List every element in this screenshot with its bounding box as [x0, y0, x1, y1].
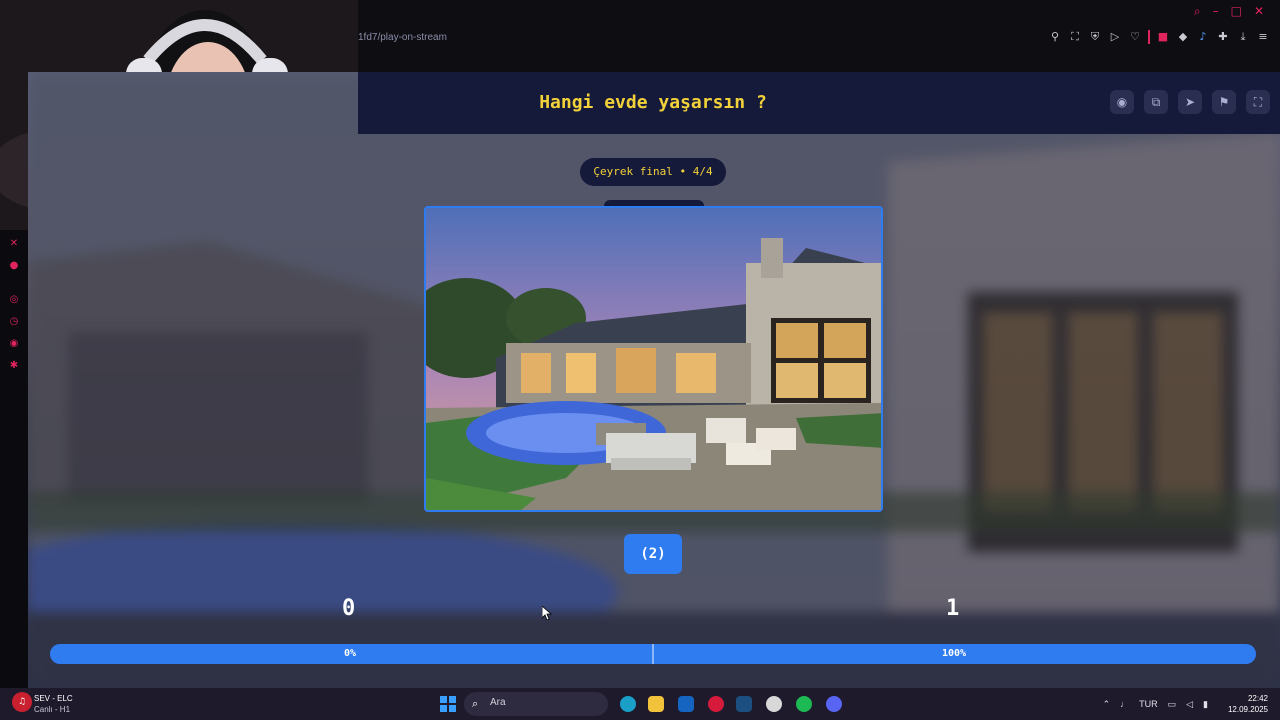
microphone-icon[interactable]: ♩: [1120, 696, 1129, 712]
bell-icon[interactable]: ◉: [8, 338, 20, 350]
music-app-icon[interactable]: ♫: [12, 692, 32, 712]
start-button[interactable]: [440, 696, 456, 712]
browser-extensions: ⚲ ⛶ ⛨ ▷ ♡ ■ ◆ ♪ ✚ ⤓ ≡: [1048, 30, 1270, 44]
edge-icon[interactable]: [620, 696, 636, 712]
eye-icon[interactable]: ◉: [1110, 90, 1134, 114]
toolbar-divider: [1148, 30, 1150, 44]
file-explorer-icon[interactable]: [648, 696, 664, 712]
audio-icon[interactable]: ♪: [1196, 30, 1210, 44]
clock-time: 22:42: [1247, 694, 1268, 703]
maximize-icon[interactable]: □: [1231, 4, 1242, 19]
play-icon[interactable]: ▷: [1108, 30, 1122, 44]
vote-progress-bar: 0% 100%: [50, 644, 1256, 664]
volume-icon[interactable]: ◁: [1186, 696, 1193, 712]
diamond-icon[interactable]: ◆: [1176, 30, 1190, 44]
score-left: 0: [342, 596, 356, 621]
chevron-up-icon[interactable]: ⌃: [1103, 696, 1111, 712]
puzzle-icon[interactable]: ✚: [1216, 30, 1230, 44]
flag-icon[interactable]: ⚑: [1212, 90, 1236, 114]
taskbar-search[interactable]: ⌕ Ara: [464, 692, 608, 716]
menu-icon[interactable]: ≡: [1256, 30, 1270, 44]
discord-icon[interactable]: [826, 696, 842, 712]
target-icon[interactable]: ◎: [8, 294, 20, 306]
close-icon[interactable]: ✕: [1254, 4, 1264, 19]
outlook-icon[interactable]: [678, 696, 694, 712]
progress-divider: [652, 644, 654, 664]
taskbar: ♫ SEV - ELC Canlı - H1 ⌕ Ara ⌃ ♩ TUR ▭ ◁…: [0, 688, 1280, 720]
battery-icon[interactable]: ▮: [1203, 696, 1208, 712]
network-icon[interactable]: ▭: [1168, 696, 1177, 712]
search-placeholder: Ara: [490, 697, 506, 708]
header-actions: ◉ ⧉ ➤ ⚑ ⛶: [1110, 90, 1270, 114]
steam-icon[interactable]: [736, 696, 752, 712]
percent-right: 100%: [942, 648, 967, 659]
search-icon[interactable]: ⌕: [1194, 4, 1201, 19]
share-icon[interactable]: ⧉: [1144, 90, 1168, 114]
window-controls: ⌕ – □ ✕: [1194, 4, 1264, 19]
language-indicator[interactable]: TUR: [1139, 696, 1158, 712]
round-badge: Çeyrek final • 4/4: [580, 158, 726, 186]
now-playing[interactable]: SEV - ELC Canlı - H1: [34, 693, 73, 715]
minimize-icon[interactable]: –: [1213, 4, 1219, 19]
game-header: Hangi evde yaşarsın ? ◉ ⧉ ➤ ⚑ ⛶: [358, 72, 1280, 134]
discord-icon[interactable]: ●: [8, 260, 20, 272]
now-playing-title: SEV - ELC: [34, 694, 73, 703]
spotify-icon[interactable]: [796, 696, 812, 712]
choice-image[interactable]: [424, 206, 883, 512]
address-bar[interactable]: 1fd7/play-on-stream: [358, 32, 447, 43]
opera-icon[interactable]: [708, 696, 724, 712]
score-right: 1: [946, 596, 960, 621]
mouse-cursor-icon: [542, 606, 552, 620]
house-photo: [426, 208, 881, 510]
side-panel: ✕ ● ◎ ◷ ◉ ✱: [0, 230, 28, 688]
extension-icon[interactable]: ■: [1156, 30, 1170, 44]
choice-button[interactable]: (2): [624, 534, 682, 574]
shield-icon[interactable]: ⛨: [1088, 30, 1102, 44]
pin-icon[interactable]: ⚲: [1048, 30, 1062, 44]
game-area: Hangi evde yaşarsın ? ◉ ⧉ ➤ ⚑ ⛶ Çeyrek f…: [28, 72, 1280, 688]
clock-date: 12.09.2025: [1227, 705, 1268, 714]
clock-icon[interactable]: ◷: [8, 316, 20, 328]
screen: 1fd7/play-on-stream ⌕ – □ ✕ ⚲ ⛶ ⛨ ▷ ♡ ■ …: [0, 0, 1280, 720]
now-playing-subtitle: Canlı - H1: [34, 705, 71, 714]
settings-icon[interactable]: ✱: [8, 360, 20, 372]
system-tray: ⌃ ♩ TUR ▭ ◁ ▮: [1103, 696, 1208, 712]
clock[interactable]: 22:42 12.09.2025: [1228, 693, 1268, 715]
screenshot-icon[interactable]: ⛶: [1068, 30, 1082, 44]
x-icon[interactable]: ✕: [8, 238, 20, 250]
search-icon: ⌕: [472, 697, 479, 710]
fullscreen-icon[interactable]: ⛶: [1246, 90, 1270, 114]
heart-icon[interactable]: ♡: [1128, 30, 1142, 44]
send-icon[interactable]: ➤: [1178, 90, 1202, 114]
page-title: Hangi evde yaşarsın ?: [539, 92, 767, 113]
percent-left: 0%: [344, 648, 357, 659]
download-icon[interactable]: ⤓: [1236, 30, 1250, 44]
github-icon[interactable]: [766, 696, 782, 712]
